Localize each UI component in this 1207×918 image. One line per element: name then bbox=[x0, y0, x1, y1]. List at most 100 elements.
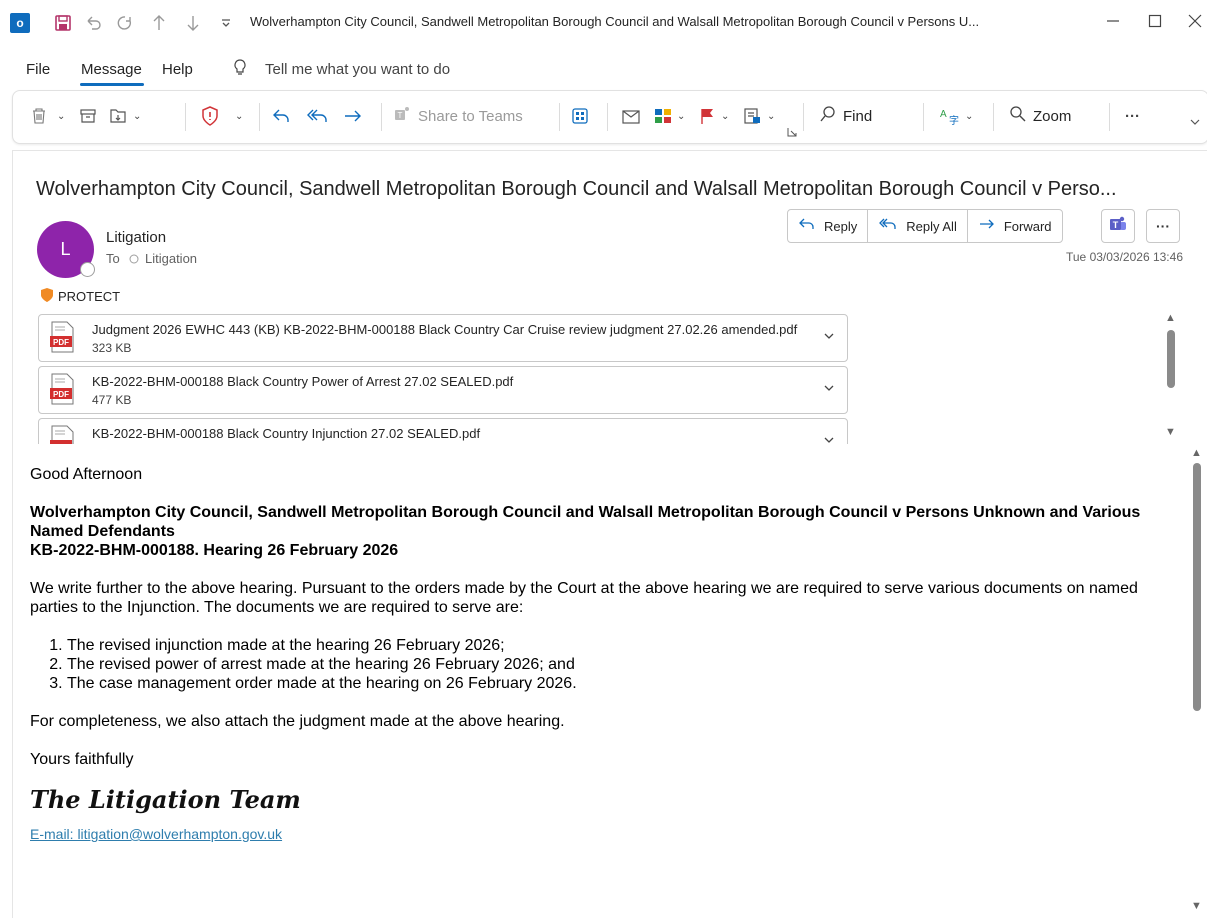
attachment-name: KB-2022-BHM-000188 Black Country Injunct… bbox=[92, 426, 481, 441]
menu-message[interactable]: Message bbox=[81, 61, 142, 78]
svg-text:PDF: PDF bbox=[53, 338, 69, 347]
to-label: To bbox=[106, 251, 120, 266]
flag-icon[interactable] bbox=[699, 103, 717, 129]
scrollbar-thumb[interactable] bbox=[1167, 330, 1175, 388]
reply-icon[interactable] bbox=[271, 103, 291, 129]
teams-chat-button[interactable]: T bbox=[1101, 209, 1135, 243]
ribbon-separator bbox=[185, 103, 186, 131]
dialog-launcher-icon[interactable] bbox=[787, 119, 797, 145]
minimize-icon[interactable] bbox=[1106, 10, 1120, 37]
maximize-icon[interactable] bbox=[1148, 10, 1162, 37]
share-to-teams-label: Share to Teams bbox=[418, 107, 523, 125]
report-dropdown-chevron-icon[interactable]: ⌄ bbox=[235, 103, 243, 129]
rules-dropdown-chevron-icon[interactable]: ⌄ bbox=[767, 103, 775, 129]
attachment-item[interactable]: KB-2022-BHM-000188 Black Country Injunct… bbox=[38, 418, 848, 444]
teams-icon: T bbox=[1109, 215, 1127, 238]
categorize-dropdown-chevron-icon[interactable]: ⌄ bbox=[677, 103, 685, 129]
scroll-up-icon[interactable]: ▲ bbox=[1191, 447, 1202, 459]
ribbon-separator bbox=[559, 103, 560, 131]
reply-label: Reply bbox=[824, 218, 858, 234]
mark-unread-icon[interactable] bbox=[621, 103, 641, 129]
zoom-label: Zoom bbox=[1033, 107, 1072, 125]
outlook-app-icon: o bbox=[10, 13, 30, 33]
report-shield-icon[interactable] bbox=[201, 103, 219, 129]
recipient-line: To Litigation bbox=[106, 251, 197, 266]
message-actions: Reply Reply All Forward bbox=[787, 209, 1063, 243]
customize-toolbar-icon[interactable] bbox=[220, 13, 232, 33]
scroll-up-icon[interactable]: ▲ bbox=[1165, 312, 1176, 324]
share-to-teams-button[interactable]: T Share to Teams bbox=[394, 103, 523, 129]
find-button[interactable]: Find bbox=[819, 103, 872, 129]
reply-all-button[interactable]: Reply All bbox=[868, 210, 968, 242]
pdf-file-icon: PDF bbox=[49, 373, 75, 405]
zoom-search-icon bbox=[1009, 105, 1027, 127]
ribbon-collapse-chevron-icon[interactable] bbox=[1189, 109, 1201, 135]
categorize-icon[interactable] bbox=[653, 103, 673, 129]
attachment-menu-chevron-icon[interactable] bbox=[823, 381, 835, 397]
teams-icon: T bbox=[394, 105, 412, 127]
ribbon-separator bbox=[607, 103, 608, 131]
body-heading: Wolverhampton City Council, Sandwell Met… bbox=[30, 504, 1141, 540]
menu-help[interactable]: Help bbox=[162, 61, 193, 78]
delete-dropdown-chevron-icon[interactable]: ⌄ bbox=[57, 103, 65, 129]
body-case-reference: KB-2022-BHM-000188. Hearing 26 February … bbox=[30, 542, 399, 559]
list-item: The case management order made at the he… bbox=[67, 674, 1185, 693]
greeting: Good Afternoon bbox=[30, 466, 143, 483]
email-link[interactable]: E-mail: litigation@wolverhampton.gov.uk bbox=[30, 826, 282, 842]
close-icon[interactable] bbox=[1188, 10, 1202, 37]
list-item: The revised injunction made at the heari… bbox=[67, 636, 1185, 655]
delete-icon[interactable] bbox=[31, 103, 47, 129]
attachment-size: 323 KB bbox=[92, 341, 132, 355]
list-item: The revised power of arrest made at the … bbox=[67, 655, 1185, 674]
rules-icon[interactable] bbox=[743, 103, 763, 129]
translate-icon[interactable]: A字 bbox=[939, 103, 963, 129]
flag-dropdown-chevron-icon[interactable]: ⌄ bbox=[721, 103, 729, 129]
redo-icon[interactable] bbox=[116, 13, 134, 33]
svg-text:T: T bbox=[1113, 220, 1119, 230]
forward-icon[interactable] bbox=[343, 103, 363, 129]
ribbon-separator bbox=[993, 103, 994, 131]
attachments-scrollbar[interactable]: ▲ ▼ bbox=[1163, 312, 1179, 440]
scrollbar-thumb[interactable] bbox=[1193, 463, 1201, 711]
translate-dropdown-chevron-icon[interactable]: ⌄ bbox=[965, 103, 973, 129]
more-options-icon[interactable]: ··· bbox=[1125, 103, 1140, 129]
move-icon[interactable] bbox=[109, 103, 129, 129]
reply-all-icon[interactable] bbox=[305, 103, 329, 129]
reply-button[interactable]: Reply bbox=[788, 210, 869, 242]
previous-item-icon[interactable] bbox=[152, 13, 166, 33]
active-tab-indicator bbox=[80, 83, 144, 86]
save-icon[interactable] bbox=[54, 13, 72, 33]
body-paragraph: For completeness, we also attach the jud… bbox=[30, 713, 565, 730]
menu-file[interactable]: File bbox=[26, 61, 50, 78]
svg-text:字: 字 bbox=[949, 114, 959, 126]
ribbon-toolbar: ⌄ ⌄ ⌄ T Share to Teams ⌄ ⌄ ⌄ Find A 字 ⌄ … bbox=[12, 90, 1207, 144]
attachment-menu-chevron-icon[interactable] bbox=[823, 329, 835, 345]
attachment-item[interactable]: PDF Judgment 2026 EWHC 443 (KB) KB-2022-… bbox=[38, 314, 848, 362]
zoom-button[interactable]: Zoom bbox=[1009, 103, 1071, 129]
undo-icon[interactable] bbox=[84, 13, 102, 33]
scroll-down-icon[interactable]: ▼ bbox=[1191, 900, 1202, 912]
attachment-item[interactable]: PDF KB-2022-BHM-000188 Black Country Pow… bbox=[38, 366, 848, 414]
reply-all-icon bbox=[878, 217, 898, 236]
next-item-icon[interactable] bbox=[186, 13, 200, 33]
apps-grid-icon[interactable] bbox=[571, 103, 589, 129]
archive-icon[interactable] bbox=[79, 103, 97, 129]
recipient-name[interactable]: Litigation bbox=[145, 251, 197, 266]
attachment-size: 477 KB bbox=[92, 393, 132, 407]
message-more-button[interactable]: ··· bbox=[1146, 209, 1180, 243]
forward-button[interactable]: Forward bbox=[968, 210, 1062, 242]
attachment-name: Judgment 2026 EWHC 443 (KB) KB-2022-BHM-… bbox=[92, 322, 798, 337]
body-scrollbar[interactable]: ▲ ▼ bbox=[1189, 447, 1205, 915]
attachment-menu-chevron-icon[interactable] bbox=[823, 433, 835, 444]
shield-icon bbox=[40, 287, 58, 306]
sender-name[interactable]: Litigation bbox=[106, 229, 166, 246]
title-bar: o Wolverhampton City Council, Sandwell M… bbox=[0, 0, 1207, 48]
svg-text:T: T bbox=[398, 111, 403, 120]
tell-me-search[interactable]: Tell me what you want to do bbox=[265, 61, 450, 78]
scroll-down-icon[interactable]: ▼ bbox=[1165, 426, 1176, 438]
window-title: Wolverhampton City Council, Sandwell Met… bbox=[250, 14, 980, 29]
svg-text:A: A bbox=[940, 109, 947, 120]
reply-icon bbox=[798, 217, 816, 236]
ribbon-separator bbox=[381, 103, 382, 131]
move-dropdown-chevron-icon[interactable]: ⌄ bbox=[133, 103, 141, 129]
